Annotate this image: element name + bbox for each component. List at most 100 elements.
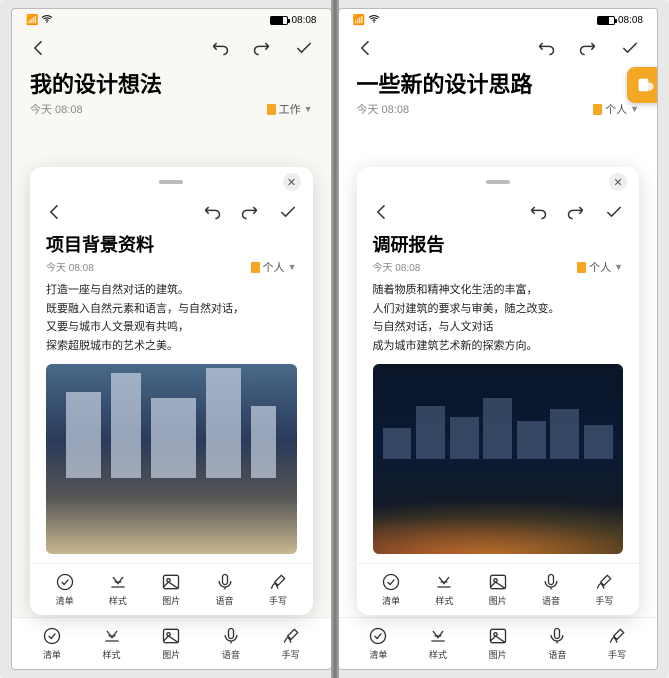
tool-list[interactable]: 清单 — [368, 626, 388, 661]
redo-icon[interactable] — [577, 37, 599, 59]
tag-label: 工作 — [279, 101, 301, 117]
card-title[interactable]: 调研报告 — [357, 227, 640, 257]
signal-icon: 📶 — [353, 15, 365, 26]
body-line: 既要融入自然元素和语言，与自然对话， — [46, 300, 297, 319]
tool-handwrite[interactable]: 手写 — [594, 572, 614, 607]
undo-icon[interactable] — [209, 37, 231, 59]
chevron-down-icon: ▼ — [614, 262, 623, 272]
tag-chip-icon — [251, 262, 260, 273]
card-image[interactable] — [373, 364, 624, 554]
tool-voice[interactable]: 语音 — [215, 572, 235, 607]
battery-icon — [270, 16, 288, 25]
confirm-icon[interactable] — [293, 37, 315, 59]
confirm-icon[interactable] — [619, 37, 641, 59]
body-line: 探索超脱城市的艺术之美。 — [46, 337, 297, 356]
back-icon[interactable] — [355, 37, 377, 59]
redo-icon[interactable] — [565, 201, 587, 223]
card-date: 今天 08:08 — [46, 259, 94, 275]
body-line: 又要与城市人文景观有共鸣， — [46, 318, 297, 337]
undo-icon[interactable] — [527, 201, 549, 223]
back-icon[interactable] — [371, 201, 393, 223]
tool-list[interactable]: 清单 — [55, 572, 75, 607]
status-time: 08:08 — [291, 15, 316, 26]
card-image[interactable] — [46, 364, 297, 554]
back-icon[interactable] — [28, 37, 50, 59]
confirm-icon[interactable] — [277, 201, 299, 223]
tool-style[interactable]: 样式 — [434, 572, 454, 607]
card-drag-handle[interactable] — [486, 180, 510, 184]
floating-note-card: ✕ 项目背景资料 今天 08:08 个人 ▼ — [30, 167, 313, 615]
tool-style[interactable]: 样式 — [102, 626, 122, 661]
note-meta: 今天 08:08 工作 ▼ — [12, 99, 331, 125]
status-time: 08:08 — [618, 15, 643, 26]
chevron-down-icon: ▼ — [630, 104, 639, 114]
tag-chip-icon — [577, 262, 586, 273]
tool-image[interactable]: 图片 — [488, 626, 508, 661]
tool-style[interactable]: 样式 — [428, 626, 448, 661]
tool-list[interactable]: 清单 — [381, 572, 401, 607]
tag-label: 个人 — [263, 259, 285, 275]
card-toolbar: 清单 样式 图片 语音 手写 — [357, 563, 640, 615]
card-body[interactable]: 随着物质和精神文化生活的丰富， 人们对建筑的要求与审美，随之改变。 与自然对话，… — [357, 281, 640, 356]
tool-voice[interactable]: 语音 — [221, 626, 241, 661]
undo-icon[interactable] — [535, 37, 557, 59]
device-hinge — [331, 0, 339, 678]
back-icon[interactable] — [44, 201, 66, 223]
close-icon[interactable]: ✕ — [283, 173, 301, 191]
tool-handwrite[interactable]: 手写 — [607, 626, 627, 661]
redo-icon[interactable] — [239, 201, 261, 223]
close-icon[interactable]: ✕ — [609, 173, 627, 191]
card-tag[interactable]: 个人 ▼ — [251, 259, 297, 275]
tag-chip-icon — [593, 104, 602, 115]
floating-note-card: ✕ 调研报告 今天 08:08 个人 ▼ — [357, 167, 640, 615]
note-tag[interactable]: 个人 ▼ — [593, 101, 639, 117]
undo-icon[interactable] — [201, 201, 223, 223]
tag-label: 个人 — [589, 259, 611, 275]
tool-style[interactable]: 样式 — [108, 572, 128, 607]
redo-icon[interactable] — [251, 37, 273, 59]
tool-handwrite[interactable]: 手写 — [281, 626, 301, 661]
card-tag[interactable]: 个人 ▼ — [577, 259, 623, 275]
note-topbar — [12, 31, 331, 65]
tool-image[interactable]: 图片 — [161, 626, 181, 661]
tag-label: 个人 — [605, 101, 627, 117]
card-date: 今天 08:08 — [373, 259, 421, 275]
right-screen: 📶 08:08 一些新的设计思路 今天 08:08 — [338, 8, 659, 670]
foldable-device: 📶 08:08 — [0, 0, 669, 678]
tool-handwrite[interactable]: 手写 — [268, 572, 288, 607]
wifi-icon — [41, 13, 53, 28]
note-date: 今天 08:08 — [30, 101, 83, 117]
note-date: 今天 08:08 — [357, 101, 410, 117]
signal-icon: 📶 — [26, 15, 38, 26]
wifi-icon — [368, 13, 380, 28]
note-topbar — [339, 31, 658, 65]
card-drag-handle[interactable] — [159, 180, 183, 184]
body-line: 随着物质和精神文化生活的丰富， — [373, 281, 624, 300]
tool-voice[interactable]: 语音 — [547, 626, 567, 661]
bottom-toolbar: 清单 样式 图片 语音 手写 — [12, 617, 331, 669]
status-bar: 📶 08:08 — [339, 9, 658, 31]
tool-image[interactable]: 图片 — [488, 572, 508, 607]
tag-chip-icon — [267, 104, 276, 115]
body-line: 与自然对话，与人文对话 — [373, 318, 624, 337]
floating-action-button[interactable] — [627, 67, 658, 103]
card-body[interactable]: 打造一座与自然对话的建筑。 既要融入自然元素和语言，与自然对话， 又要与城市人文… — [30, 281, 313, 356]
note-meta: 今天 08:08 个人 ▼ — [339, 99, 658, 125]
note-tag[interactable]: 工作 ▼ — [267, 101, 313, 117]
tool-image[interactable]: 图片 — [161, 572, 181, 607]
note-title[interactable]: 我的设计想法 — [12, 65, 331, 99]
tool-voice[interactable]: 语音 — [541, 572, 561, 607]
chevron-down-icon: ▼ — [288, 262, 297, 272]
body-line: 打造一座与自然对话的建筑。 — [46, 281, 297, 300]
card-title[interactable]: 项目背景资料 — [30, 227, 313, 257]
body-line: 成为城市建筑艺术新的探索方向。 — [373, 337, 624, 356]
bottom-toolbar: 清单 样式 图片 语音 手写 — [339, 617, 658, 669]
body-line: 人们对建筑的要求与审美，随之改变。 — [373, 300, 624, 319]
chevron-down-icon: ▼ — [304, 104, 313, 114]
tool-list[interactable]: 清单 — [42, 626, 62, 661]
confirm-icon[interactable] — [603, 201, 625, 223]
left-screen: 📶 08:08 — [11, 8, 332, 670]
note-title[interactable]: 一些新的设计思路 — [339, 65, 658, 99]
status-bar: 📶 08:08 — [12, 9, 331, 31]
battery-icon — [597, 16, 615, 25]
